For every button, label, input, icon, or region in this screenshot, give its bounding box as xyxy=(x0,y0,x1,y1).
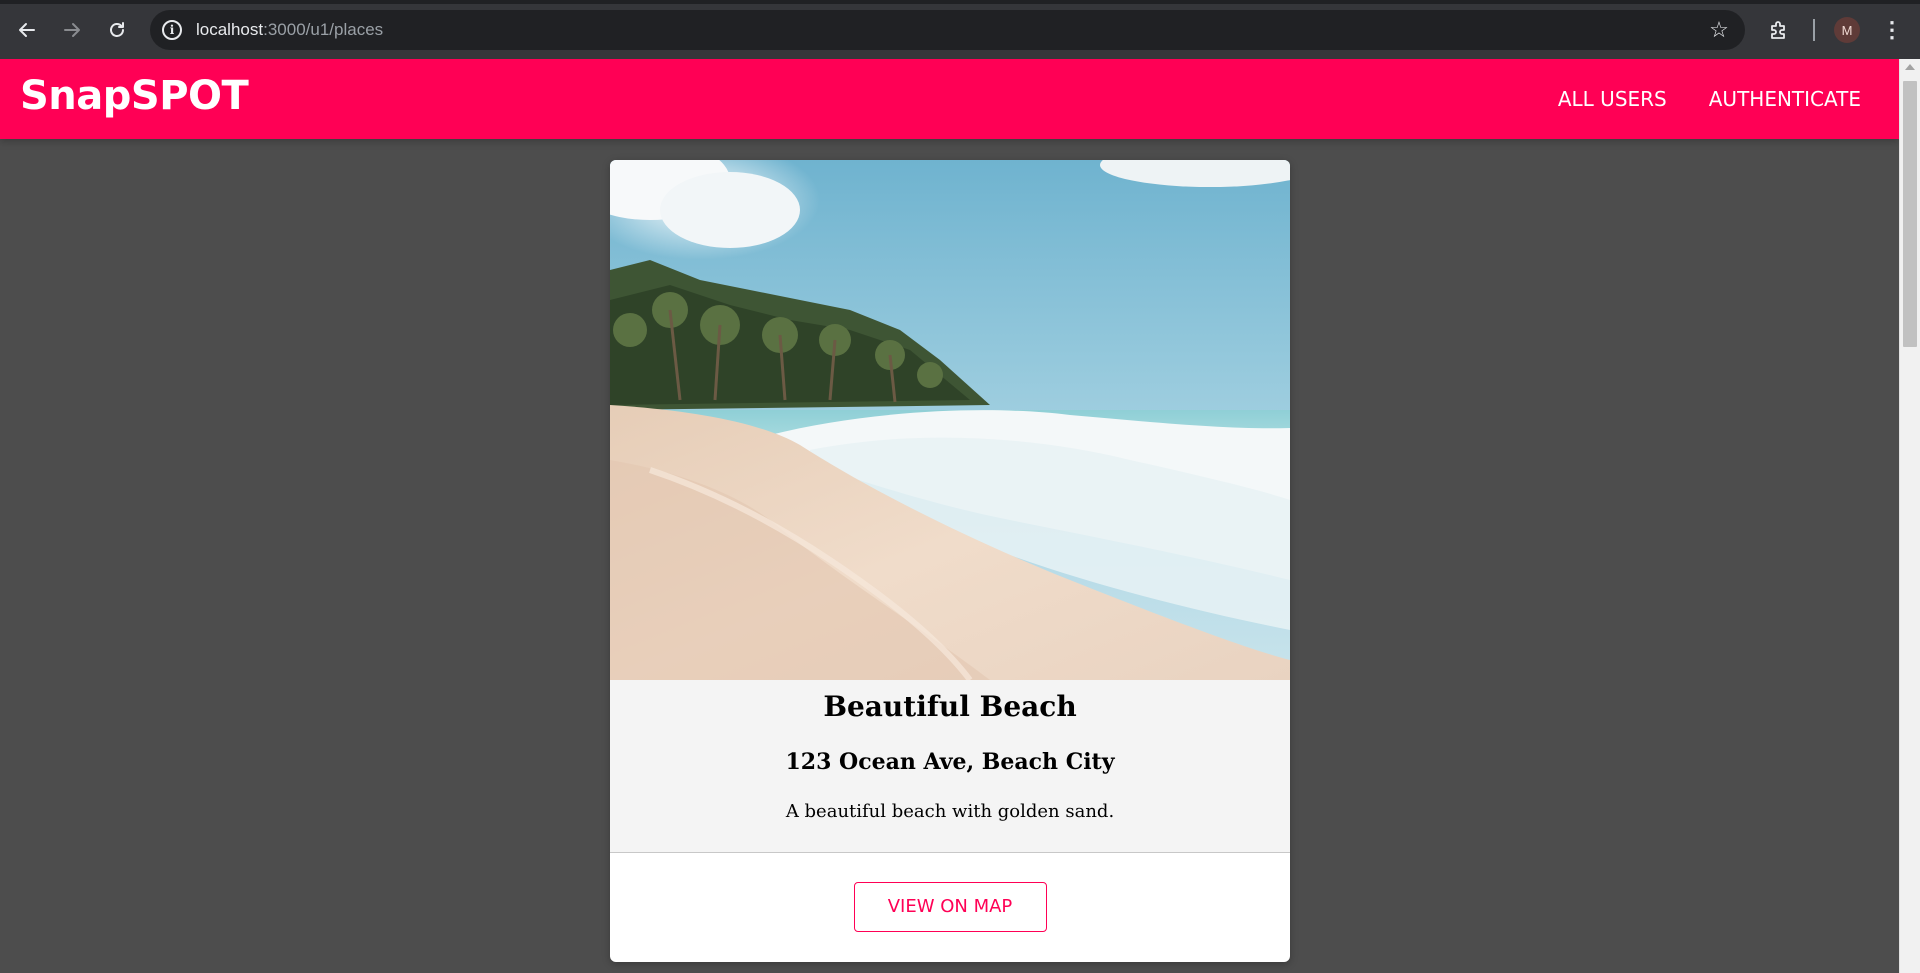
address-bar[interactable]: i localhost:3000/u1/places ☆ xyxy=(150,10,1745,50)
reload-button[interactable] xyxy=(99,12,135,48)
place-address: 123 Ocean Ave, Beach City xyxy=(785,749,1115,775)
place-info: Beautiful Beach 123 Ocean Ave, Beach Cit… xyxy=(610,680,1290,853)
reload-icon xyxy=(110,22,124,37)
toolbar-divider xyxy=(1813,19,1815,41)
main-nav: ALL USERS AUTHENTICATE xyxy=(1558,59,1861,139)
kebab-menu-icon[interactable]: ⋮ xyxy=(1880,14,1904,46)
main-header: SnapSPOT ALL USERS AUTHENTICATE xyxy=(0,59,1899,139)
place-actions: VIEW ON MAP xyxy=(610,853,1290,962)
view-on-map-button[interactable]: VIEW ON MAP xyxy=(853,881,1047,932)
scroll-up-arrow-icon[interactable] xyxy=(1905,64,1915,70)
arrow-right-icon xyxy=(64,23,80,37)
puzzle-icon xyxy=(1771,21,1785,39)
forward-button[interactable] xyxy=(54,12,90,48)
brand-logo-link[interactable]: SnapSPOT xyxy=(20,73,249,119)
nav-authenticate[interactable]: AUTHENTICATE xyxy=(1709,87,1861,111)
url-host: localhost xyxy=(196,20,264,39)
back-button[interactable] xyxy=(9,12,45,48)
profile-avatar[interactable]: M xyxy=(1834,17,1860,43)
place-description: A beautiful beach with golden sand. xyxy=(785,801,1115,822)
url-text[interactable]: localhost:3000/u1/places xyxy=(196,20,383,40)
beach-photo xyxy=(610,160,1290,680)
page-viewport: SnapSPOT ALL USERS AUTHENTICATE Beautifu… xyxy=(0,59,1920,973)
info-icon[interactable]: i xyxy=(162,20,182,40)
url-path: :3000/u1/places xyxy=(263,20,384,39)
page-scrollbar[interactable] xyxy=(1899,59,1920,973)
tab-strip xyxy=(0,0,1920,4)
scroll-thumb[interactable] xyxy=(1903,81,1917,347)
arrow-left-icon xyxy=(19,23,35,37)
place-card: Beautiful Beach 123 Ocean Ave, Beach Cit… xyxy=(610,160,1290,962)
star-icon[interactable]: ☆ xyxy=(1707,18,1731,42)
place-title: Beautiful Beach xyxy=(823,690,1077,723)
extensions-button[interactable] xyxy=(1763,14,1795,46)
browser-toolbar: i localhost:3000/u1/places ☆ M ⋮ xyxy=(0,0,1920,59)
place-image xyxy=(610,160,1290,680)
nav-all-users[interactable]: ALL USERS xyxy=(1558,87,1667,111)
